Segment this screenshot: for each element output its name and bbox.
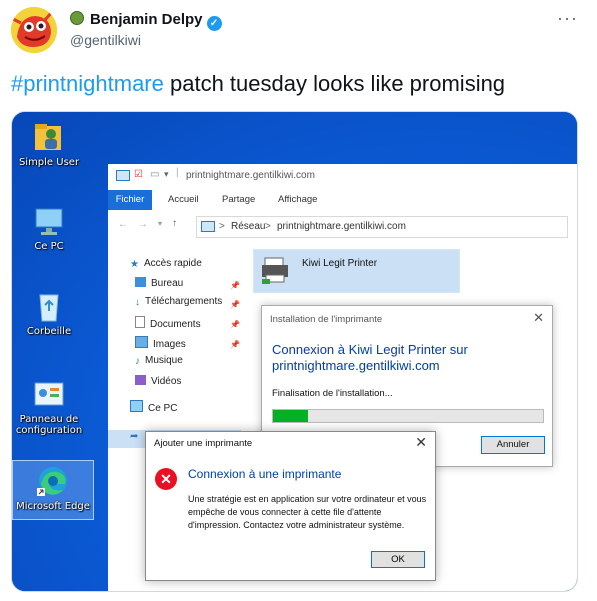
error-icon: ✕ — [155, 468, 177, 490]
up-arrow-icon[interactable]: ↑ — [172, 218, 177, 229]
tweet-body: patch tuesday looks like promising — [163, 71, 506, 96]
tweet-media-image[interactable]: Simple User Ce PC Corbeille Panneau de c… — [11, 111, 578, 592]
desktop-icon-recycle-bin[interactable]: Corbeille — [12, 289, 89, 337]
desktop-icon — [135, 277, 146, 287]
tab-view[interactable]: Affichage — [278, 194, 317, 205]
printer-item[interactable]: Kiwi Legit Printer — [253, 249, 460, 293]
nav-item-documents[interactable]: Documents — [135, 316, 201, 330]
quick-access-toolbar: ☑ ▭ ▾ | printnightmare.gentilkiwi.com — [108, 164, 577, 190]
tweet-text: #printnightmare patch tuesday looks like… — [11, 71, 505, 97]
nav-label: Ce PC — [148, 403, 178, 414]
kiwi-emoji-icon — [70, 11, 84, 25]
nav-label: Accès rapide — [143, 258, 202, 269]
printer-icon — [262, 257, 288, 284]
computer-icon — [31, 204, 67, 238]
breadcrumb-location[interactable]: printnightmare.gentilkiwi.com — [277, 221, 406, 232]
tab-home[interactable]: Accueil — [168, 194, 199, 205]
ribbon-tabs: Fichier Accueil Partage Affichage — [108, 190, 577, 210]
desktop-icon-label: Ce PC — [34, 241, 64, 252]
tab-file[interactable]: Fichier — [108, 190, 152, 210]
desktop-icon-label: Simple User — [18, 157, 80, 168]
author-name[interactable]: Benjamin Delpy ✓ — [70, 11, 222, 31]
cancel-button[interactable]: Annuler — [481, 436, 545, 454]
recent-locations-icon[interactable]: ▾ — [158, 219, 162, 228]
error-dialog: Ajouter une imprimante ✕ ✕ Connexion à u… — [145, 431, 436, 581]
music-icon: ♪ — [135, 356, 140, 367]
nav-item-images[interactable]: Images — [135, 336, 186, 350]
network-nav-icon: ➦ — [130, 431, 139, 442]
avatar[interactable] — [11, 7, 57, 53]
pin-icon[interactable]: 📌 — [230, 340, 240, 349]
title-separator: | — [176, 167, 179, 178]
close-icon[interactable]: ✕ — [415, 434, 427, 451]
ok-button[interactable]: OK — [371, 551, 425, 568]
install-heading: Connexion à Kiwi Legit Printer sur print… — [272, 342, 468, 373]
author-name-text[interactable]: Benjamin Delpy — [90, 11, 203, 28]
breadcrumb-separator: > — [219, 221, 225, 232]
properties-icon[interactable]: ☑ — [134, 169, 143, 180]
documents-icon — [135, 316, 145, 328]
new-folder-icon[interactable]: ▭ — [150, 169, 159, 180]
star-icon: ★ — [130, 259, 139, 270]
app-icon — [116, 170, 130, 181]
back-arrow-icon[interactable]: ← — [118, 219, 128, 230]
install-status: Finalisation de l'installation... — [272, 388, 393, 399]
nav-item-this-pc[interactable]: Ce PC — [130, 400, 177, 414]
error-heading: Connexion à une imprimante — [188, 467, 342, 481]
control-panel-icon — [31, 377, 67, 411]
window-title: printnightmare.gentilkiwi.com — [186, 170, 315, 181]
author-handle[interactable]: @gentilkiwi — [70, 32, 141, 48]
nav-label: Bureau — [151, 278, 184, 289]
progress-fill — [273, 410, 309, 422]
download-icon: ↓ — [135, 297, 140, 308]
nav-label: Images — [153, 339, 186, 350]
computer-icon — [130, 400, 143, 412]
hashtag-link[interactable]: #printnightmare — [11, 71, 164, 96]
edge-icon — [35, 464, 71, 498]
nav-label: Documents — [150, 319, 201, 330]
windows-desktop: Simple User Ce PC Corbeille Panneau de c… — [12, 112, 577, 591]
install-progress-bar — [272, 409, 544, 423]
desktop-icon-control-panel[interactable]: Panneau de configuration — [12, 377, 89, 436]
kiwi-avatar-icon — [11, 7, 57, 53]
images-icon — [135, 336, 148, 348]
dialog-title: Installation de l'imprimante — [270, 314, 383, 325]
pin-icon[interactable]: 📌 — [230, 281, 240, 290]
recycle-bin-icon — [31, 289, 67, 323]
nav-item-music[interactable]: ♪ Musique — [135, 355, 183, 367]
customize-toolbar-icon[interactable]: ▾ — [164, 169, 169, 180]
user-folder-icon — [31, 120, 67, 154]
nav-item-quick-access[interactable]: ★ Accès rapide — [130, 258, 202, 270]
close-icon[interactable]: ✕ — [533, 310, 544, 326]
address-bar-row: ← → ▾ ↑ > Réseau > printnightmare.gentil… — [108, 216, 577, 238]
printer-name: Kiwi Legit Printer — [302, 258, 378, 269]
desktop-icon-edge[interactable]: Microsoft Edge — [12, 460, 94, 520]
desktop-icon-user[interactable]: Simple User — [12, 120, 89, 168]
breadcrumb-separator: > — [265, 221, 271, 232]
nav-label: Vidéos — [151, 376, 182, 387]
desktop-icon-label: Corbeille — [26, 326, 72, 337]
forward-arrow-icon[interactable]: → — [138, 219, 148, 230]
pin-icon[interactable]: 📌 — [230, 320, 240, 329]
breadcrumb-network[interactable]: Réseau — [231, 221, 265, 232]
desktop-icon-label: Panneau de configuration — [15, 414, 83, 436]
dialog-title: Ajouter une imprimante — [154, 438, 253, 449]
network-icon — [201, 221, 215, 232]
desktop-icon-label: Microsoft Edge — [16, 501, 90, 512]
pin-icon[interactable]: 📌 — [230, 300, 240, 309]
more-options-icon[interactable]: ··· — [557, 8, 578, 29]
desktop-icon-this-pc[interactable]: Ce PC — [12, 204, 89, 252]
nav-item-downloads[interactable]: ↓ Téléchargements — [135, 296, 223, 308]
nav-item-desktop[interactable]: Bureau — [135, 277, 183, 289]
nav-label: Téléchargements — [145, 296, 223, 307]
tab-share[interactable]: Partage — [222, 194, 255, 205]
videos-icon — [135, 375, 146, 385]
nav-label: Musique — [145, 355, 183, 366]
verified-badge-icon: ✓ — [206, 16, 222, 31]
error-message: Une stratégie est en application sur vot… — [188, 494, 427, 530]
nav-item-videos[interactable]: Vidéos — [135, 375, 181, 387]
address-bar[interactable]: > Réseau > printnightmare.gentilkiwi.com — [196, 216, 568, 238]
